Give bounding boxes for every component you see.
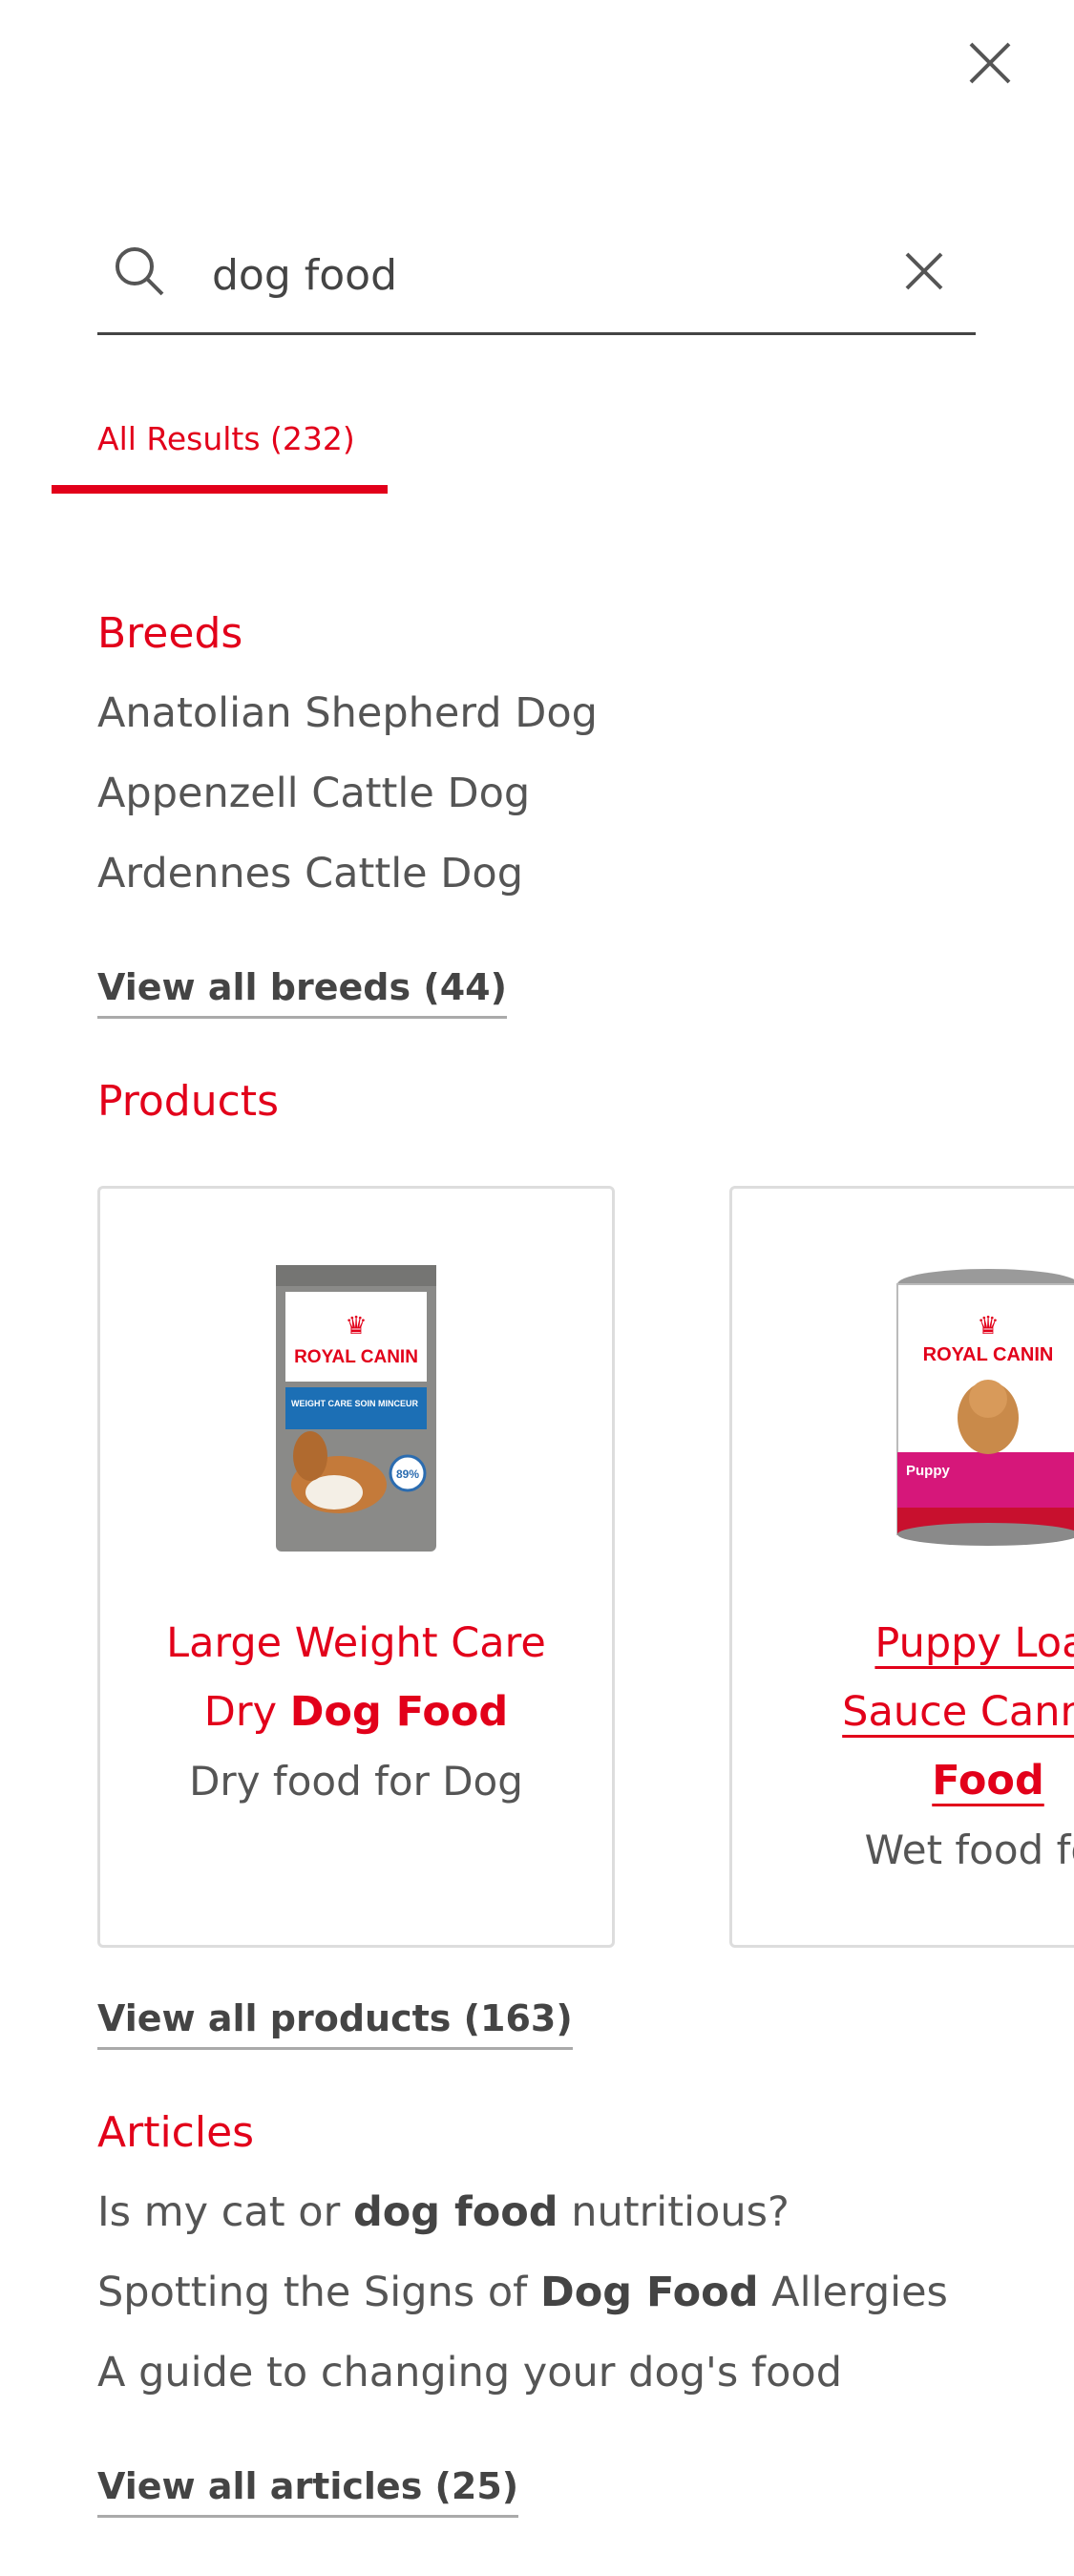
svg-text:Puppy: Puppy [906, 1463, 950, 1479]
breed-item[interactable]: Ardennes Cattle Dog [97, 850, 523, 897]
product-card[interactable]: ♛ ROYAL CANIN Puppy Puppy Loaf Sauce Can… [729, 1186, 1074, 1948]
brand-logo-text: ROYAL CANIN [923, 1344, 1054, 1365]
view-all-breeds-link[interactable]: View all breeds (44) [97, 966, 507, 1019]
product-name: Large Weight Care Dry Dog Food [166, 1619, 546, 1736]
product-card[interactable]: ROYAL CANIN ♛ WEIGHT CARE SOIN MINCEUR 8… [97, 1186, 615, 1948]
article-item[interactable]: A guide to changing your dog's food [97, 2349, 842, 2397]
product-image: ROYAL CANIN ♛ WEIGHT CARE SOIN MINCEUR 8… [276, 1265, 436, 1552]
breed-item[interactable]: Appenzell Cattle Dog [97, 770, 530, 817]
close-icon [969, 42, 1011, 84]
breeds-section-title: Breeds [97, 609, 243, 658]
article-item[interactable]: Spotting the Signs of Dog Food Allergies [97, 2269, 948, 2316]
search-input[interactable] [212, 246, 880, 304]
product-carousel: ROYAL CANIN ♛ WEIGHT CARE SOIN MINCEUR 8… [0, 1186, 1074, 1948]
crown-logo: ♛ [977, 1312, 999, 1341]
clear-search-button[interactable] [899, 246, 949, 296]
articles-section-title: Articles [97, 2108, 255, 2157]
product-subtitle: Dry food for Dog [189, 1758, 523, 1805]
products-section-title: Products [97, 1077, 279, 1126]
brand-logo-text: ROYAL CANIN [294, 1347, 418, 1367]
breed-item[interactable]: Anatolian Shepherd Dog [97, 689, 598, 737]
svg-text:89%: 89% [396, 1467, 419, 1481]
svg-text:WEIGHT CARE SOIN MINCEUR: WEIGHT CARE SOIN MINCEUR [291, 1399, 419, 1408]
search-bar [97, 227, 976, 335]
article-item[interactable]: Is my cat or dog food nutritious? [97, 2188, 790, 2236]
view-all-articles-link[interactable]: View all articles (25) [97, 2465, 519, 2518]
crown-logo: ♛ [345, 1312, 367, 1341]
product-name: Puppy Loaf Sauce Cannec Food [842, 1619, 1074, 1805]
product-subtitle: Wet food for [864, 1826, 1074, 1873]
close-search-button[interactable] [965, 38, 1015, 88]
view-all-products-link[interactable]: View all products (163) [97, 1997, 573, 2050]
search-icon [116, 247, 164, 296]
product-image: ♛ ROYAL CANIN Puppy [896, 1269, 1074, 1546]
clear-icon [905, 252, 943, 290]
tab-all-results[interactable]: All Results (232) [97, 420, 355, 457]
active-tab-indicator [52, 485, 388, 494]
